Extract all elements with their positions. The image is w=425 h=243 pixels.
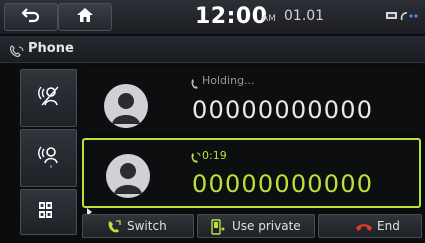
phone-hold-icon xyxy=(190,75,200,94)
use-private-button[interactable]: Use private xyxy=(197,214,315,238)
status-indicator-icons xyxy=(386,7,422,21)
caller-avatar xyxy=(104,84,148,128)
switch-label: Switch xyxy=(127,219,167,233)
keypad-icon xyxy=(38,201,60,223)
call-panel-active[interactable]: 0:19 00000000000 xyxy=(82,138,421,208)
call-status: Holding... xyxy=(202,74,255,87)
call-number: 00000000000 xyxy=(192,96,374,124)
end-call-icon xyxy=(355,221,373,236)
end-label: End xyxy=(377,219,400,233)
mute-button[interactable] xyxy=(20,69,77,127)
page-title: Phone xyxy=(28,41,74,56)
home-button[interactable] xyxy=(58,3,112,31)
call-number: 00000000000 xyxy=(192,170,374,198)
switch-call-icon xyxy=(107,219,123,238)
phone-active-icon xyxy=(190,149,201,168)
clock-ampm: AM xyxy=(262,14,276,24)
use-private-label: Use private xyxy=(232,219,301,233)
call-duration: 0:19 xyxy=(202,149,227,162)
mic-volume-icon xyxy=(36,143,62,173)
mic-volume-button[interactable] xyxy=(20,129,92,187)
call-panel-holding[interactable]: Holding... 00000000000 xyxy=(82,69,422,131)
back-arrow-icon xyxy=(21,7,41,27)
handset-private-icon xyxy=(210,219,226,238)
home-icon xyxy=(76,7,94,27)
clock-time: 12:00 xyxy=(195,4,268,29)
end-call-button[interactable]: End xyxy=(318,214,422,238)
phone-handset-icon xyxy=(9,43,25,62)
status-bar: 12:00 AM 01.01 xyxy=(0,0,425,34)
switch-button[interactable]: Switch xyxy=(82,214,194,238)
keypad-button[interactable] xyxy=(20,189,92,235)
back-button[interactable] xyxy=(4,3,58,31)
mute-mic-icon xyxy=(36,83,62,113)
caller-avatar xyxy=(106,154,150,198)
phone-call-screen: 12:00 AM 01.01 Phone Holding... 00000000… xyxy=(0,0,425,243)
title-bar: Phone xyxy=(0,36,425,63)
clock-date: 01.01 xyxy=(284,8,325,24)
